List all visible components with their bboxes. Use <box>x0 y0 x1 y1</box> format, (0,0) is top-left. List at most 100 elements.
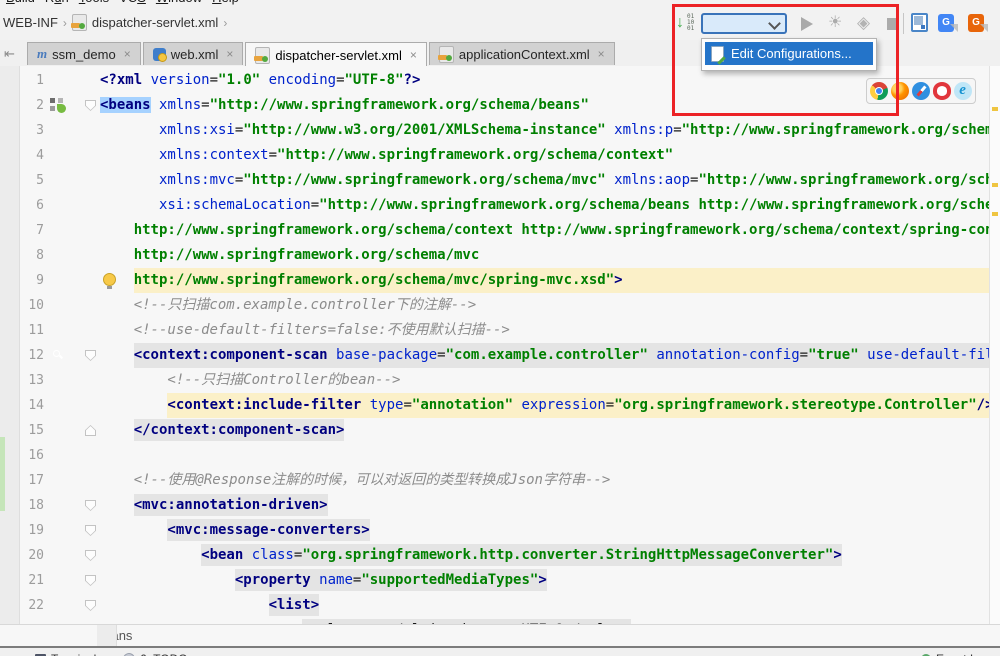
menu-tools[interactable]: Tools <box>79 0 109 8</box>
download-sources-icon[interactable]: ↓ 01 10 01 <box>676 13 698 35</box>
fold-marker-icon[interactable] <box>85 425 96 436</box>
bottom-breadcrumb-bar: beans <box>0 624 1000 646</box>
code-line-3: 3 xmlns:xsi="http://www.w3.org/2001/XMLSc… <box>0 118 1000 143</box>
tab-scroll-left-icon[interactable]: ⇤ <box>4 46 15 62</box>
code-text: xmlns:context="http://www.springframewor… <box>159 147 674 163</box>
fold-marker-icon[interactable] <box>85 575 96 586</box>
event-log-button[interactable]: Event Log <box>920 650 990 656</box>
todo-label: 6: TODO <box>140 652 188 656</box>
terminal-label: Terminal <box>51 652 96 656</box>
run-config-dropdown: Edit Configurations... <box>701 38 877 71</box>
code-line-5: 5 xmlns:mvc="http://www.springframework.o… <box>0 168 1000 193</box>
line-number: 4 <box>36 148 44 163</box>
code-text: <?xml version="1.0" encoding="UTF-8"?> <box>100 72 421 88</box>
line-number: 13 <box>28 373 44 388</box>
toolbar-separator <box>903 13 904 34</box>
tab-label: web.xml <box>170 46 219 62</box>
breadcrumb-file[interactable]: dispatcher-servlet.xml <box>92 15 218 30</box>
tab-applicationcontext-xml[interactable]: applicationContext.xml × <box>428 42 615 65</box>
warning-stripe-mark[interactable] <box>992 107 998 111</box>
close-tab-icon[interactable]: × <box>598 47 605 61</box>
close-tab-icon[interactable]: × <box>410 48 417 62</box>
line-number: 11 <box>28 323 44 338</box>
chevron-down-icon <box>768 17 781 30</box>
code-line-20: 20 <bean class="org.springframework.http.… <box>0 543 1000 568</box>
internet-explorer-icon[interactable]: e <box>953 82 972 100</box>
code-line-22: 22 <list> <box>0 593 1000 618</box>
line-number: 19 <box>28 523 44 538</box>
opera-icon[interactable] <box>932 82 951 100</box>
binary-digits-decoration: 01 10 01 <box>687 13 695 32</box>
code-text: <list> <box>268 597 320 613</box>
code-text: <bean class="org.springframework.http.co… <box>201 547 842 563</box>
menu-build[interactable]: Build <box>6 0 35 8</box>
debug-button[interactable]: ☀ <box>828 12 842 34</box>
code-text: <context:component-scan base-package="co… <box>100 343 1000 368</box>
line-number: 22 <box>28 598 44 613</box>
ide-window: Build Run Tools VCS Window Help WEB-INF › dis… <box>0 0 1000 656</box>
menu-window[interactable]: Window <box>156 0 202 8</box>
menu-help[interactable]: Help <box>212 0 239 8</box>
translate-blue-button[interactable]: G <box>938 14 954 32</box>
run-configuration-select[interactable] <box>701 13 787 34</box>
edit-configurations-icon <box>711 45 724 62</box>
line-number: 12 <box>28 348 44 363</box>
menubar-items: Build Run Tools VCS Window Help <box>6 0 249 8</box>
fold-marker-icon[interactable] <box>85 525 96 536</box>
error-stripe-scrollbar[interactable] <box>989 66 1000 624</box>
todo-toolwindow-button[interactable]: 6: TODO <box>123 650 188 656</box>
component-scan-icon[interactable] <box>50 347 67 364</box>
code-editor[interactable]: 1 <?xml version="1.0" encoding="UTF-8"?> 2… <box>0 66 1000 624</box>
tab-label: applicationContext.xml <box>458 46 590 62</box>
code-line-18: 18 <mvc:annotation-driven> <box>0 493 1000 518</box>
navigation-bar: WEB-INF › dispatcher-servlet.xml › <box>0 9 1000 40</box>
tab-dispatcher-servlet-xml[interactable]: dispatcher-servlet.xml × <box>245 42 427 67</box>
code-text: http://www.springframework.org/schema/co… <box>133 222 1000 238</box>
tabs-container: m ssm_demo × web.xml × dispatcher-servlet.xml… <box>27 42 617 67</box>
code-line-10: 10 <!--只扫描com.example.controller下的注解--> <box>0 293 1000 318</box>
warning-stripe-mark[interactable] <box>992 183 998 187</box>
spring-bean-icon[interactable] <box>50 97 67 114</box>
terminal-toolwindow-button[interactable]: Terminal <box>35 650 96 656</box>
fold-marker-icon[interactable] <box>85 500 96 511</box>
line-number: 5 <box>36 173 44 188</box>
edit-configurations-item[interactable]: Edit Configurations... <box>705 42 873 65</box>
warning-stripe-mark[interactable] <box>992 212 998 216</box>
close-tab-icon[interactable]: × <box>124 47 131 61</box>
chrome-icon[interactable] <box>870 82 889 100</box>
code-text: <!--use-default-filters=false:不使用默认扫描--> <box>133 322 510 338</box>
code-line-2: 2 <beans xmlns="http://www.springframewor… <box>0 93 1000 118</box>
stop-button[interactable] <box>887 18 899 30</box>
fold-marker-icon[interactable] <box>85 100 96 111</box>
menu-run[interactable]: Run <box>45 0 69 8</box>
safari-icon[interactable] <box>911 82 930 100</box>
run-button[interactable] <box>801 17 813 31</box>
fold-marker-icon[interactable] <box>85 350 96 361</box>
close-tab-icon[interactable]: × <box>226 47 233 61</box>
firefox-icon[interactable] <box>891 82 910 100</box>
fold-marker-icon[interactable] <box>85 600 96 611</box>
grid-plugin-button[interactable] <box>911 13 928 32</box>
tab-label: ssm_demo <box>52 46 116 62</box>
code-line-17: 17 <!--使用@Response注解的时候，可以对返回的类型转换成Json字符… <box>0 468 1000 493</box>
line-number: 6 <box>36 198 44 213</box>
lightbulb-icon[interactable] <box>103 273 116 289</box>
code-line-9: 9 http://www.springframework.org/schema/m… <box>0 268 1000 293</box>
xml-file-icon <box>70 14 87 31</box>
tab-web-xml[interactable]: web.xml × <box>142 42 244 65</box>
code-line-11: 11 <!--use-default-filters=false:不使用默认扫描-… <box>0 318 1000 343</box>
translate-orange-button[interactable]: G <box>968 14 984 32</box>
code-text: xmlns:xsi="http://www.w3.org/2001/XMLSch… <box>159 122 1000 138</box>
coverage-button[interactable]: ◈ <box>857 12 870 34</box>
chevron-right-icon: › <box>223 15 228 30</box>
fold-marker-icon[interactable] <box>85 550 96 561</box>
tab-ssm-demo[interactable]: m ssm_demo × <box>27 42 141 65</box>
line-number: 17 <box>28 473 44 488</box>
line-number: 7 <box>36 223 44 238</box>
code-text: <!--使用@Response注解的时候，可以对返回的类型转换成Json字符串-… <box>133 472 611 488</box>
menu-vcs[interactable]: VCS <box>119 0 146 8</box>
code-text: </context:component-scan> <box>133 422 345 438</box>
breadcrumb-web-inf[interactable]: WEB-INF <box>3 15 58 30</box>
code-line-8: 8 http://www.springframework.org/schema/m… <box>0 243 1000 268</box>
tab-label: dispatcher-servlet.xml <box>275 47 402 63</box>
